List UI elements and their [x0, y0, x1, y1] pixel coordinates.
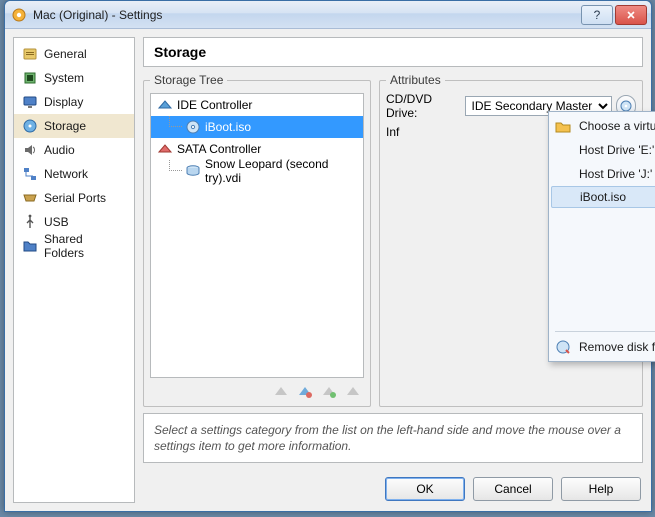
ok-button[interactable]: OK — [385, 477, 465, 501]
disk-context-menu: Choose a virtual CD/DVD disk file... Hos… — [548, 111, 655, 362]
settings-icon — [22, 46, 38, 62]
folder-icon — [22, 238, 38, 254]
controller-icon — [157, 141, 173, 157]
sidebar-item-label: Serial Ports — [44, 191, 106, 205]
sidebar-item-system[interactable]: System — [14, 66, 134, 90]
sidebar-item-label: System — [44, 71, 84, 85]
menu-separator — [555, 331, 655, 332]
page-title: Storage — [143, 37, 643, 67]
eject-disc-icon — [555, 339, 571, 355]
folder-open-icon — [555, 118, 571, 134]
help-titlebar-button[interactable]: ? — [581, 5, 613, 25]
remove-attachment-button[interactable] — [344, 382, 362, 400]
cd-dvd-drive-label: CD/DVD Drive: — [386, 92, 461, 120]
sidebar-item-label: General — [44, 47, 87, 61]
sidebar-item-network[interactable]: Network — [14, 162, 134, 186]
menu-label: Host Drive 'E:' — [579, 143, 654, 157]
menu-label: Choose a virtual CD/DVD disk file... — [579, 119, 655, 133]
sidebar-item-storage[interactable]: Storage — [14, 114, 134, 138]
disk-icon — [22, 118, 38, 134]
dialog-buttons: OK Cancel Help — [143, 469, 643, 503]
titlebar: Mac (Original) - Settings ? — [5, 1, 651, 29]
main-panel: Storage Storage Tree IDE Controller iBoo… — [143, 37, 643, 503]
sidebar-item-shared-folders[interactable]: Shared Folders — [14, 234, 134, 258]
gear-icon — [11, 7, 27, 23]
settings-window: Mac (Original) - Settings ? General Syst… — [4, 0, 652, 512]
tree-label: Snow Leopard (second try).vdi — [205, 157, 363, 185]
sidebar-item-label: Storage — [44, 119, 86, 133]
usb-icon — [22, 214, 38, 230]
close-button[interactable] — [615, 5, 647, 25]
sidebar-item-audio[interactable]: Audio — [14, 138, 134, 162]
menu-host-drive-j[interactable]: Host Drive 'J:' — [549, 162, 655, 186]
blank-icon — [556, 189, 572, 205]
add-attachment-button[interactable] — [320, 382, 338, 400]
hint-box: Select a settings category from the list… — [143, 413, 643, 463]
remove-controller-button[interactable] — [296, 382, 314, 400]
blank-icon — [555, 166, 571, 182]
sidebar-item-label: Display — [44, 95, 83, 109]
sidebar-item-label: USB — [44, 215, 69, 229]
chip-icon — [22, 70, 38, 86]
window-body: General System Display Storage Audio Net… — [5, 29, 651, 511]
storage-tree-fieldset: Storage Tree IDE Controller iBoot.iso — [143, 73, 371, 407]
help-button[interactable]: Help — [561, 477, 641, 501]
window-buttons: ? — [579, 5, 647, 25]
add-controller-button[interactable] — [272, 382, 290, 400]
menu-label: Host Drive 'J:' — [579, 167, 652, 181]
monitor-icon — [22, 94, 38, 110]
tree-label: iBoot.iso — [205, 120, 251, 134]
blank-icon — [555, 142, 571, 158]
menu-label: iBoot.iso — [580, 190, 626, 204]
sidebar-item-general[interactable]: General — [14, 42, 134, 66]
tree-item-snow-leopard[interactable]: Snow Leopard (second try).vdi — [151, 160, 363, 182]
attributes-fieldset: Attributes CD/DVD Drive: IDE Secondary M… — [379, 73, 643, 407]
menu-label: Remove disk from virtual drive — [579, 340, 655, 354]
storage-tree-legend: Storage Tree — [150, 73, 227, 87]
cd-icon — [185, 119, 201, 135]
panels: Storage Tree IDE Controller iBoot.iso — [143, 73, 643, 407]
tree-item-iboot[interactable]: iBoot.iso — [151, 116, 363, 138]
sidebar-item-serial-ports[interactable]: Serial Ports — [14, 186, 134, 210]
tree-label: IDE Controller — [177, 98, 252, 112]
menu-host-drive-e[interactable]: Host Drive 'E:' — [549, 138, 655, 162]
sidebar-item-label: Network — [44, 167, 88, 181]
menu-choose-disk-file[interactable]: Choose a virtual CD/DVD disk file... — [549, 114, 655, 138]
sidebar-item-label: Audio — [44, 143, 75, 157]
controller-icon — [157, 97, 173, 113]
speaker-icon — [22, 142, 38, 158]
svg-text:?: ? — [594, 10, 601, 20]
window-title: Mac (Original) - Settings — [33, 8, 579, 22]
tree-toolbar — [150, 378, 364, 400]
sidebar-item-usb[interactable]: USB — [14, 210, 134, 234]
sidebar-item-label: Shared Folders — [44, 232, 126, 260]
hdd-icon — [185, 163, 201, 179]
storage-tree[interactable]: IDE Controller iBoot.iso SATA Controller — [150, 93, 364, 378]
tree-label: SATA Controller — [177, 142, 261, 156]
menu-spacer — [549, 208, 655, 328]
menu-iboot-iso[interactable]: iBoot.iso — [551, 186, 655, 208]
sidebar-item-display[interactable]: Display — [14, 90, 134, 114]
menu-remove-disk[interactable]: Remove disk from virtual drive — [549, 335, 655, 359]
information-label-truncated: Inf — [386, 125, 399, 139]
settings-sidebar: General System Display Storage Audio Net… — [13, 37, 135, 503]
network-icon — [22, 166, 38, 182]
attributes-legend: Attributes — [386, 73, 445, 87]
port-icon — [22, 190, 38, 206]
tree-controller-ide[interactable]: IDE Controller — [151, 94, 363, 116]
cancel-button[interactable]: Cancel — [473, 477, 553, 501]
